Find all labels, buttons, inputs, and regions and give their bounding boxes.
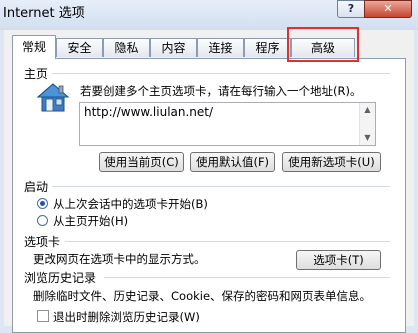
radio-last-session-label: 从上次会话中的选项卡开始(B) bbox=[53, 197, 208, 211]
home-url-textarea[interactable]: http://www.liulan.net/ ▲ ▼ bbox=[79, 102, 376, 146]
window-title: Internet 选项 bbox=[3, 6, 85, 21]
close-button[interactable]: ✕ bbox=[364, 0, 412, 18]
tab-content[interactable]: 内容 bbox=[150, 38, 197, 57]
help-button[interactable]: ? bbox=[337, 0, 365, 18]
history-description: 删除临时文件、历史记录、Cookie、保存的密码和网页表单信息。 bbox=[33, 289, 372, 303]
tabs-description: 更改网页在选项卡中的显示方式。 bbox=[33, 252, 206, 266]
history-heading: 浏览历史记录 bbox=[24, 271, 97, 285]
title-bar: Internet 选项 ? ✕ bbox=[0, 0, 418, 30]
history-divider bbox=[104, 277, 390, 278]
close-icon: ✕ bbox=[383, 2, 393, 15]
help-icon: ? bbox=[347, 2, 355, 15]
use-default-button[interactable]: 使用默认值(F) bbox=[190, 152, 275, 172]
startup-heading: 启动 bbox=[24, 180, 49, 194]
use-new-tab-button[interactable]: 使用新选项卡(U) bbox=[282, 152, 381, 172]
use-current-button[interactable]: 使用当前页(C) bbox=[99, 152, 184, 172]
scroll-down-icon[interactable]: ▼ bbox=[360, 131, 375, 145]
scroll-up-icon[interactable]: ▲ bbox=[360, 103, 375, 117]
home-description: 若要创建多个主页选项卡，请在每行输入一个地址(R)。 bbox=[80, 84, 362, 98]
advanced-tab-highlight bbox=[287, 27, 359, 62]
startup-divider bbox=[52, 186, 390, 187]
tabs-settings-button[interactable]: 选项卡(T) bbox=[296, 250, 381, 270]
tab-privacy[interactable]: 隐私 bbox=[103, 38, 150, 57]
delete-on-exit-checkbox[interactable] bbox=[37, 310, 49, 322]
tab-programs[interactable]: 程序 bbox=[244, 38, 291, 57]
delete-on-exit-label: 退出时删除浏览历史记录(W) bbox=[53, 310, 200, 324]
house-icon bbox=[36, 83, 70, 112]
tabs-divider bbox=[65, 241, 390, 242]
tab-connections[interactable]: 连接 bbox=[197, 38, 244, 57]
tab-general[interactable]: 常规 bbox=[12, 35, 56, 59]
radio-home[interactable] bbox=[37, 215, 48, 226]
tabs-heading: 选项卡 bbox=[24, 235, 61, 249]
radio-home-label: 从主页开始(H) bbox=[53, 214, 129, 228]
home-heading: 主页 bbox=[24, 67, 49, 81]
home-divider bbox=[52, 73, 390, 74]
home-url-value: http://www.liulan.net/ bbox=[84, 105, 214, 119]
radio-last-session[interactable] bbox=[37, 198, 48, 209]
url-scrollbar[interactable]: ▲ ▼ bbox=[359, 103, 375, 145]
tab-security[interactable]: 安全 bbox=[56, 38, 103, 57]
